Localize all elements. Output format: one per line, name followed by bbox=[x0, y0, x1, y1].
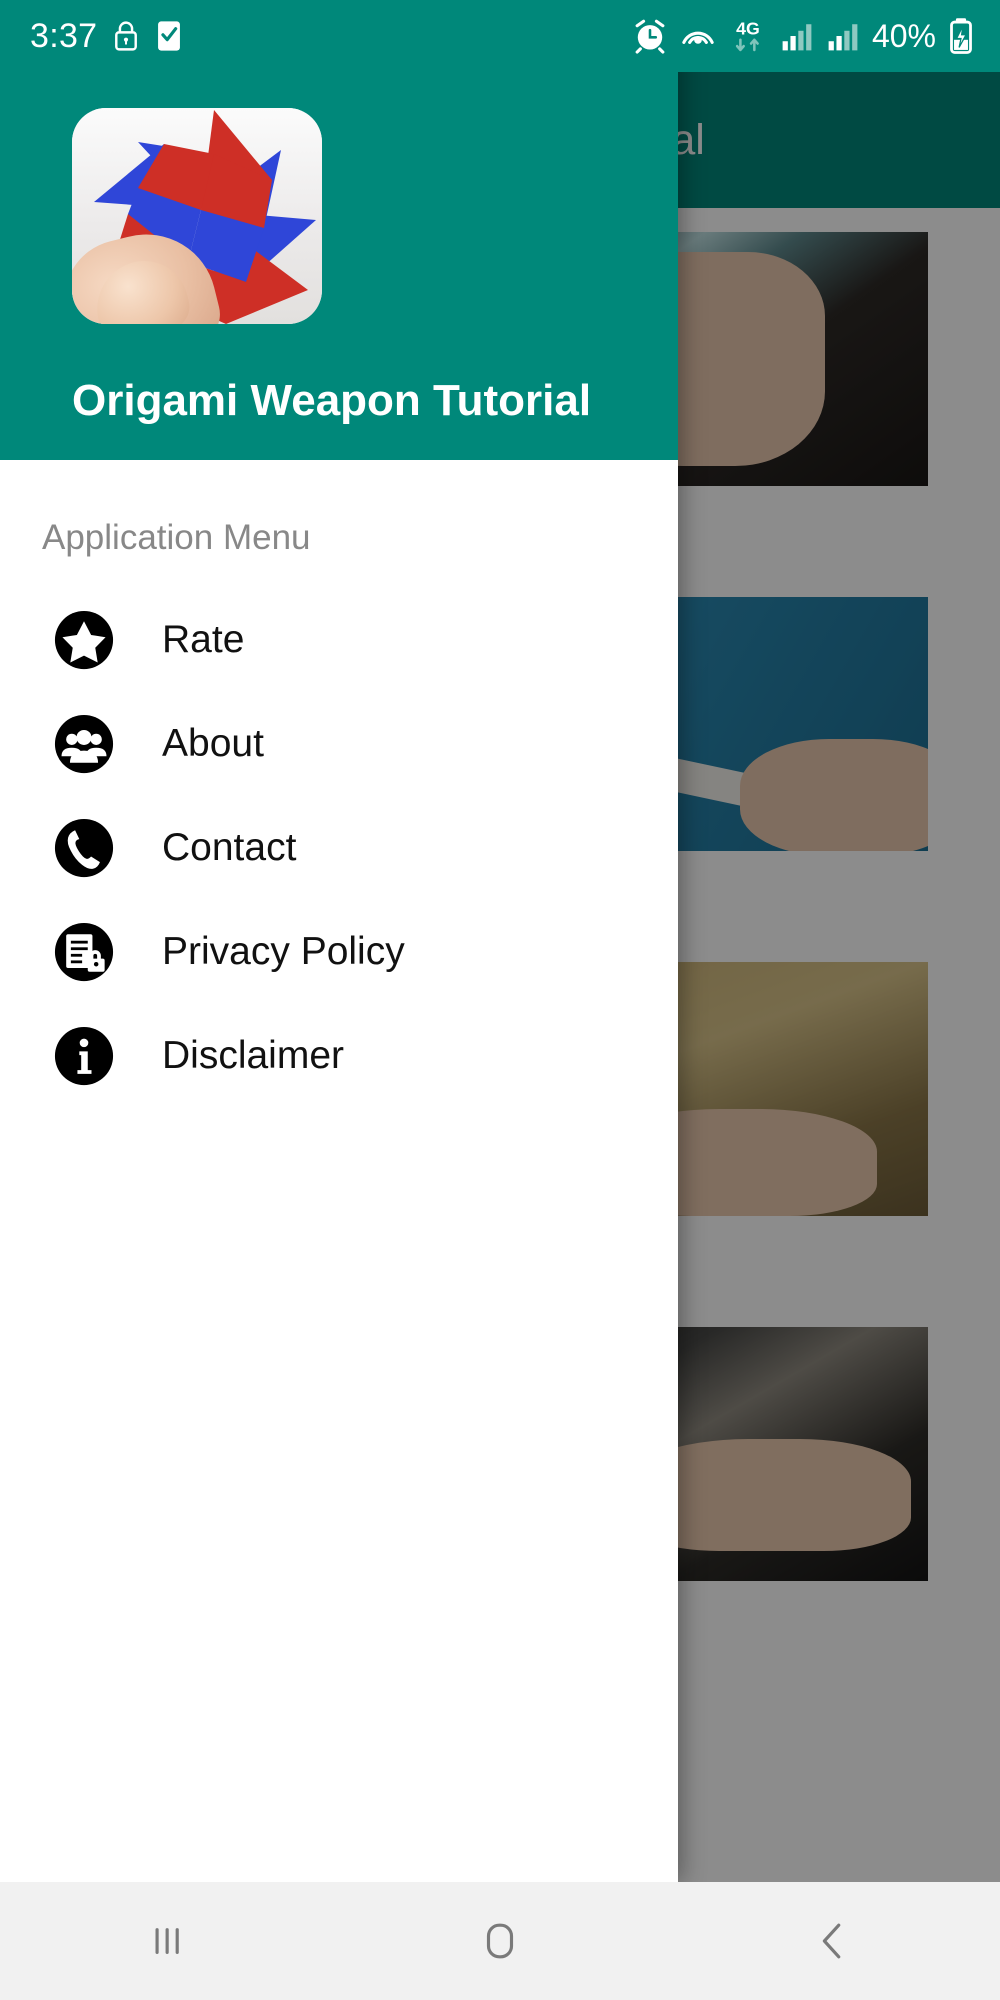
menu-item-label: About bbox=[162, 722, 264, 765]
star-badge-icon bbox=[54, 610, 114, 670]
people-group-icon bbox=[54, 714, 114, 774]
phone-screen: Origami Weapon Tutorial Origami Weapon 1… bbox=[0, 0, 1000, 2000]
menu-item-label: Privacy Policy bbox=[162, 930, 405, 973]
menu-item-label: Disclaimer bbox=[162, 1034, 345, 1077]
home-icon bbox=[486, 1923, 514, 1959]
checkbox-checked-icon bbox=[158, 21, 181, 51]
back-icon bbox=[823, 1923, 841, 1959]
application-menu-label: Application Menu bbox=[42, 518, 311, 557]
battery-percent-label: 40% bbox=[871, 17, 936, 54]
signal-bars-sim2-icon bbox=[828, 24, 858, 51]
drawer-app-title: Origami Weapon Tutorial bbox=[72, 376, 592, 425]
hotspot-icon bbox=[682, 31, 714, 44]
status-bar: 3:37 4G 40% bbox=[0, 0, 1000, 72]
svg-text:4G: 4G bbox=[736, 19, 760, 39]
menu-item-rate[interactable]: Rate bbox=[0, 588, 678, 692]
back-button[interactable] bbox=[667, 1882, 1000, 2000]
data-transfer-icon: 4G bbox=[735, 19, 760, 52]
menu-item-privacy-policy[interactable]: Privacy Policy bbox=[0, 900, 678, 1004]
recents-button[interactable] bbox=[0, 1882, 333, 2000]
menu-item-label: Contact bbox=[162, 826, 297, 869]
signal-bars-sim1-icon bbox=[782, 24, 812, 51]
navigation-drawer: Origami Weapon Tutorial Application Menu… bbox=[0, 0, 678, 1882]
status-bar-clock: 3:37 bbox=[30, 16, 98, 55]
battery-charging-icon bbox=[950, 18, 972, 54]
menu-item-disclaimer[interactable]: Disclaimer bbox=[0, 1004, 678, 1108]
recents-icon bbox=[155, 1928, 179, 1954]
system-navigation-bar bbox=[0, 1882, 1000, 2000]
phone-handset-icon bbox=[54, 818, 114, 878]
menu-item-label: Rate bbox=[162, 618, 245, 661]
menu-item-contact[interactable]: Contact bbox=[0, 796, 678, 900]
drawer-menu-list: Rate About Contact Privacy Policy Discla… bbox=[0, 558, 678, 1108]
menu-item-about[interactable]: About bbox=[0, 692, 678, 796]
alarm-clock-icon bbox=[635, 19, 665, 54]
home-button[interactable] bbox=[333, 1882, 666, 2000]
origami-shuriken-star-logo bbox=[72, 108, 322, 324]
info-circle-icon bbox=[54, 1026, 114, 1086]
lock-icon bbox=[115, 21, 138, 51]
document-lock-icon bbox=[54, 922, 114, 982]
